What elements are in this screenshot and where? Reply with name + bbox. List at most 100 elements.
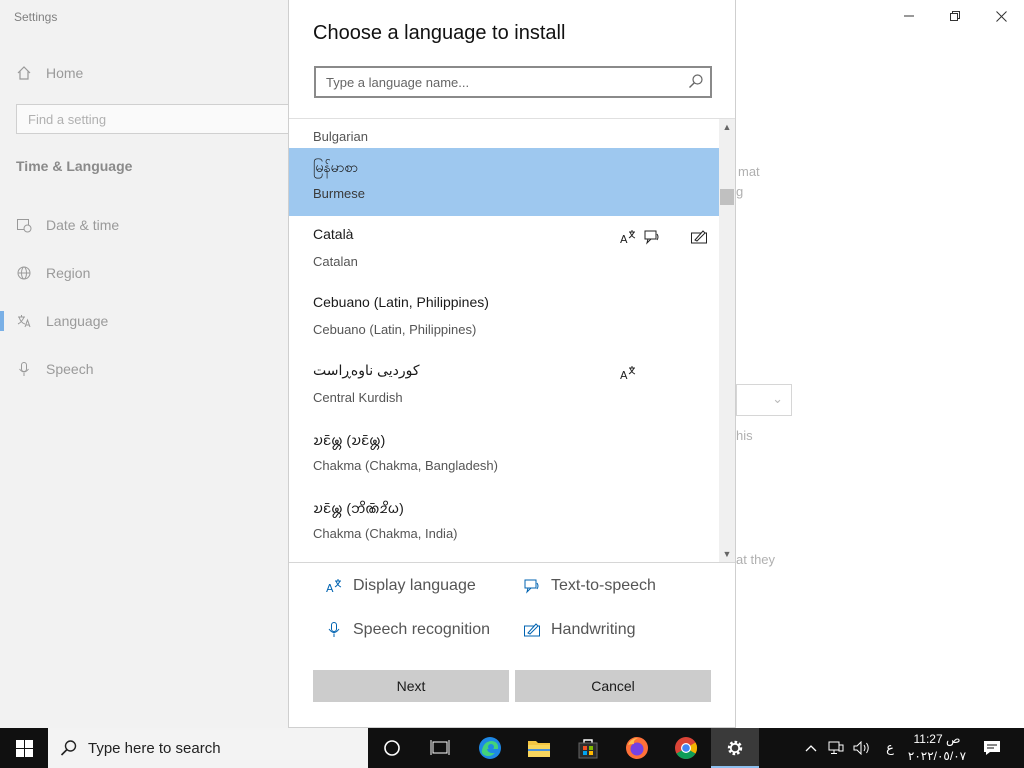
close-button[interactable] [986,5,1016,27]
minimize-icon [904,15,914,17]
language-native-name: Cebuano (Latin, Philippines) [313,294,489,310]
bg-dropdown[interactable]: ⌄ [736,384,792,416]
chevron-up-icon [805,745,817,752]
scroll-down-arrow-icon[interactable]: ▼ [719,546,735,562]
language-native-name: 𑄌𑄋𑄴𑄟𑄳𑄦 (𑄃𑄨𑄚𑄴𑄓𑄨𑄠) [313,500,404,516]
nav-language[interactable]: Language [0,310,109,332]
chrome-app-button[interactable] [662,728,710,768]
show-hidden-icons-button[interactable] [800,728,822,768]
task-view-icon [430,740,450,755]
language-native-name: 𑄌𑄋𑄴𑄟𑄳𑄦 (𑄌𑄋𑄴𑄟𑄳𑄦) [313,432,386,448]
clock-date: ٢٠٢٢/٠٥/٠٧ [907,749,967,763]
start-button[interactable] [0,728,48,768]
settings-app-button[interactable] [711,728,759,768]
display-language-icon: A [326,579,342,595]
nav-region-label: Region [46,265,91,281]
find-setting-input[interactable]: Find a setting [16,104,296,134]
cortana-button[interactable] [368,728,416,768]
dialog-title: Choose a language to install [313,22,566,44]
edge-app-button[interactable] [466,728,514,768]
nav-date-time-label: Date & time [46,217,120,233]
restore-button[interactable] [940,5,970,27]
firefox-app-button[interactable] [613,728,661,768]
language-item-chakma-india[interactable]: 𑄌𑄋𑄴𑄟𑄳𑄦 (𑄃𑄨𑄚𑄴𑄓𑄨𑄠) Chakma (Chakma, India) [289,488,719,556]
system-clock[interactable]: 11:27 ص ٢٠٢٢/٠٥/٠٧ [906,731,968,765]
display-language-icon: A [620,230,636,246]
bg-text-fragment: his [736,428,753,443]
svg-text:A: A [326,582,334,595]
minimize-button[interactable] [894,5,924,27]
scroll-up-arrow-icon[interactable]: ▲ [719,119,735,135]
language-list[interactable]: Bulgarian မြန်မာစာ Burmese Català Catala… [289,119,735,562]
next-button[interactable]: Next [313,670,509,702]
task-view-button[interactable] [416,728,464,768]
legend-label: Display language [353,577,476,594]
taskbar-search-box[interactable]: Type here to search [48,728,368,768]
close-icon [995,10,1007,22]
cortana-circle-icon [384,740,400,756]
language-item-cebuano[interactable]: Cebuano (Latin, Philippines) Cebuano (La… [289,284,719,352]
chrome-icon [675,737,697,759]
list-bottom-border [289,562,735,563]
language-item-chakma-bangladesh[interactable]: 𑄌𑄋𑄴𑄟𑄳𑄦 (𑄌𑄋𑄴𑄟𑄳𑄦) Chakma (Chakma, Banglade… [289,420,719,488]
legend-handwriting: Handwriting [523,618,635,642]
language-english-name: Bulgarian [313,129,368,144]
legend-text-to-speech: Text-to-speech [523,574,656,598]
language-english-name: Catalan [313,254,358,269]
nav-home[interactable]: Home [16,62,83,84]
cancel-button[interactable]: Cancel [515,670,711,702]
display-language-icon: A [620,366,636,382]
language-native-name: کوردیی ناوەڕاست [313,362,420,378]
clock-time: 11:27 ص [913,732,961,746]
search-icon[interactable] [688,73,704,89]
language-native-name: Català [313,226,354,242]
language-search-input[interactable] [316,68,676,96]
input-language-indicator[interactable]: ع [880,728,900,768]
legend-label: Speech recognition [353,621,490,638]
list-scrollbar[interactable]: ▲ ▼ [719,119,735,562]
legend-display-language: A Display language [325,574,476,598]
language-item-central-kurdish[interactable]: کوردیی ناوەڕاست Central Kurdish A [289,352,719,420]
volume-button[interactable] [850,728,874,768]
edge-browser-icon [479,737,501,759]
home-icon [17,66,31,80]
text-to-speech-icon [524,579,539,594]
bg-text-fragment: at they [736,552,776,567]
language-search-box[interactable] [314,66,712,98]
nav-home-label: Home [46,65,84,81]
legend-speech-recognition: Speech recognition [325,618,490,642]
restore-icon [950,11,960,21]
settings-gear-icon [727,740,743,756]
nav-date-time[interactable]: Date & time [16,214,119,236]
handwriting-icon [524,623,540,637]
scroll-thumb[interactable] [720,189,734,205]
svg-text:A: A [620,233,628,246]
language-item-catalan[interactable]: Català Catalan A [289,216,719,284]
windows-logo-icon [15,739,33,757]
store-app-button[interactable] [564,728,612,768]
language-install-dialog: Choose a language to install Bulgarian မ… [288,0,736,728]
notifications-button[interactable] [980,728,1004,768]
file-explorer-button[interactable] [515,728,563,768]
nav-language-label: Language [46,313,109,329]
network-button[interactable] [824,728,848,768]
nav-region[interactable]: Region [16,262,90,284]
taskbar-search-text: Type here to search [88,740,221,757]
microphone-icon [19,362,29,376]
language-english-name: Chakma (Chakma, Bangladesh) [313,458,498,473]
handwriting-icon [691,230,707,244]
speaker-icon [853,741,869,755]
nav-speech-label: Speech [46,361,94,377]
svg-text:A: A [620,369,628,382]
section-title: Time & Language [16,158,133,174]
language-item-burmese[interactable]: မြန်မာစာ Burmese [289,148,719,216]
legend-label: Handwriting [551,621,636,638]
nav-speech[interactable]: Speech [16,358,93,380]
language-english-name: Chakma (Chakma, India) [313,526,458,541]
language-english-name: Cebuano (Latin, Philippines) [313,322,477,337]
microphone-icon [328,622,340,637]
bg-text-fragment: g [736,184,744,199]
taskbar: Type here to search ع 11:27 ص ٢٠٢٢/٠٥/٠٧ [0,728,1024,768]
network-icon [828,741,844,754]
notification-icon [984,741,1000,755]
